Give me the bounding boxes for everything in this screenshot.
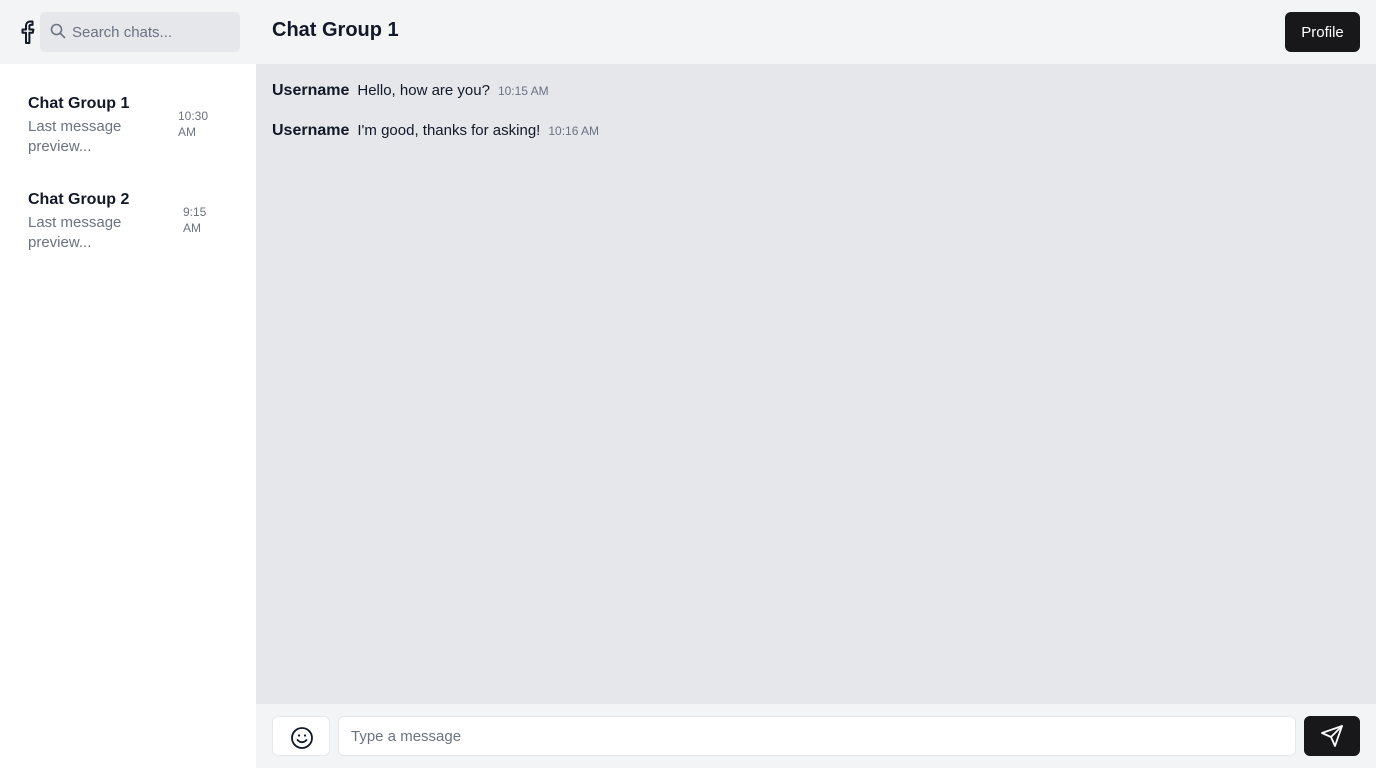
- profile-button[interactable]: Profile: [1285, 12, 1360, 52]
- message-composer: [256, 704, 1376, 768]
- chat-title: Chat Group 2: [28, 191, 130, 208]
- chat-title-heading: Chat Group 1: [272, 19, 399, 41]
- chat-main: Chat Group 1 Profile Username Hello, how …: [256, 0, 1376, 768]
- chat-app: Chat Group 1 Last message preview... 10:…: [0, 0, 1376, 768]
- message: Username I'm good, thanks for asking! 10:1…: [272, 122, 599, 140]
- chat-header: Chat Group 1 Profile: [256, 0, 1376, 64]
- emoji-button[interactable]: [272, 716, 330, 756]
- message-username: Username: [272, 82, 350, 99]
- search-input[interactable]: [72, 12, 236, 52]
- message: Username Hello, how are you? 10:15 AM: [272, 82, 549, 100]
- message-time: 10:16 AM: [548, 124, 600, 138]
- message-text: I'm good, thanks for asking!: [357, 122, 541, 139]
- chat-time: 9:15 AM: [183, 205, 207, 235]
- sidebar-header: [0, 0, 256, 64]
- search-box: [40, 12, 240, 52]
- message-text: Hello, how are you?: [357, 82, 490, 99]
- send-icon: [1321, 725, 1343, 747]
- sidebar: Chat Group 1 Last message preview... 10:…: [0, 0, 256, 768]
- chat-list: Chat Group 1 Last message preview... 10:…: [0, 80, 256, 272]
- chat-item-group-2[interactable]: Chat Group 2 Last message preview... 9:1…: [0, 176, 256, 272]
- message-username: Username: [272, 122, 350, 139]
- send-button[interactable]: [1304, 716, 1360, 756]
- message-time: 10:15 AM: [497, 84, 549, 98]
- chat-preview: Last message preview...: [28, 118, 122, 155]
- message-input[interactable]: [338, 716, 1296, 756]
- chat-title: Chat Group 1: [28, 95, 130, 112]
- chat-time: 10:30 AM: [178, 109, 209, 139]
- chat-item-group-1[interactable]: Chat Group 1 Last message preview... 10:…: [0, 80, 256, 176]
- smile-icon: [291, 727, 313, 749]
- chat-preview: Last message preview...: [28, 214, 122, 251]
- facebook-icon[interactable]: [18, 19, 40, 45]
- message-area: Username Hello, how are you? 10:15 AM User…: [256, 64, 1376, 704]
- search-icon: [50, 23, 66, 39]
